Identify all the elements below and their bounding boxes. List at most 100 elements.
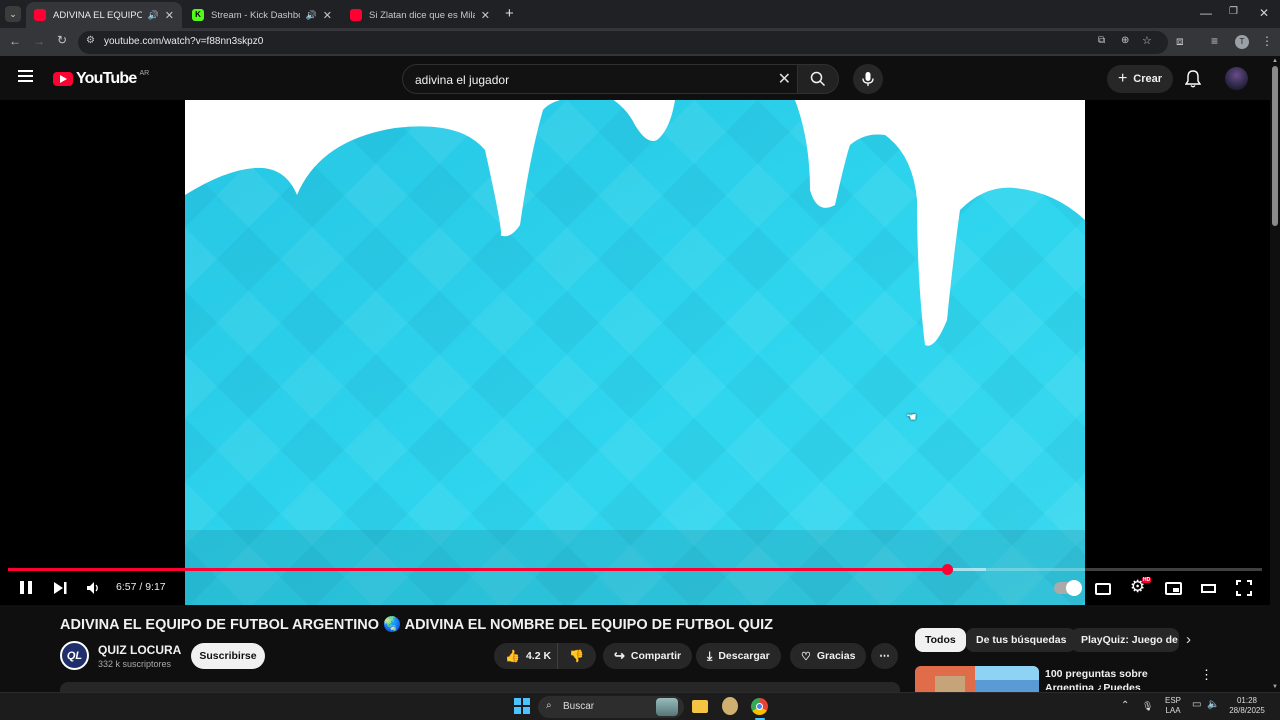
taskbar-search[interactable]: ⌕ Buscar bbox=[538, 696, 684, 718]
thumbs-down-icon: 👎 bbox=[569, 649, 584, 663]
search-input[interactable]: adivina el jugador ✕ bbox=[402, 64, 798, 94]
download-button[interactable]: ⤓ Descargar bbox=[696, 643, 781, 669]
like-button[interactable]: 👍 4.2 K bbox=[494, 643, 557, 669]
profile-avatar[interactable]: T bbox=[1235, 35, 1249, 49]
miniplayer-icon[interactable] bbox=[1165, 582, 1182, 595]
scrollbar-thumb[interactable] bbox=[1272, 66, 1278, 226]
close-tab-icon[interactable]: ✕ bbox=[165, 9, 174, 22]
thanks-heart-icon: ♡ bbox=[801, 650, 811, 663]
close-tab-icon[interactable]: ✕ bbox=[481, 9, 490, 22]
chevron-right-icon[interactable]: › bbox=[1186, 631, 1191, 648]
tray-overflow-icon[interactable]: ⌃ bbox=[1121, 701, 1129, 711]
fullscreen-icon[interactable] bbox=[1236, 580, 1252, 596]
volume-icon[interactable] bbox=[86, 581, 100, 595]
speaker-tray-icon[interactable]: 🔈 bbox=[1207, 700, 1219, 710]
microphone-icon bbox=[862, 72, 874, 86]
subscribe-button[interactable]: Suscribirse bbox=[191, 643, 265, 669]
youtube-icon bbox=[350, 9, 362, 21]
kick-icon: K bbox=[192, 9, 204, 21]
reading-list-icon[interactable]: ≡ bbox=[1211, 34, 1218, 48]
account-avatar[interactable] bbox=[1225, 67, 1248, 90]
chrome-icon[interactable] bbox=[751, 698, 768, 715]
notifications-bell-icon[interactable] bbox=[1185, 70, 1201, 88]
bookmark-star-icon[interactable]: ☆ bbox=[1142, 34, 1152, 47]
channel-name[interactable]: QUIZ LOCURA bbox=[98, 643, 181, 657]
windows-taskbar: ⌕ Buscar ⌃ ESP LAA 🎙 ▭ 🔈 01:28 28/8/2025 bbox=[0, 692, 1280, 720]
browser-tab-youtube-active[interactable]: ADIVINA EL EQUIPO DE FUTBOL 🔊 ✕ bbox=[26, 2, 182, 28]
new-tab-button[interactable]: + bbox=[505, 5, 514, 22]
youtube-icon bbox=[34, 9, 46, 21]
subtitles-icon[interactable] bbox=[1095, 583, 1111, 595]
browser-tab-youtube-2[interactable]: Si Zlatan dice que es Milan, pue ✕ bbox=[342, 2, 498, 28]
more-actions-button[interactable]: ⋯ bbox=[871, 643, 898, 669]
theater-mode-icon[interactable] bbox=[1201, 584, 1216, 593]
close-tab-icon[interactable]: ✕ bbox=[323, 9, 332, 22]
network-icon[interactable]: ▭ bbox=[1192, 700, 1201, 710]
video-content bbox=[185, 100, 1085, 605]
scroll-up-icon[interactable]: ▲ bbox=[1272, 58, 1278, 64]
scroll-down-icon[interactable]: ▼ bbox=[1272, 684, 1278, 690]
back-icon[interactable]: ← bbox=[9, 34, 21, 48]
mic-tray-icon[interactable]: 🎙 bbox=[1142, 701, 1153, 711]
more-vertical-icon[interactable]: ⋮ bbox=[1200, 667, 1213, 683]
plus-icon: + bbox=[1117, 70, 1128, 87]
restore-icon[interactable]: ❐ bbox=[1229, 6, 1238, 17]
file-explorer-icon[interactable] bbox=[692, 700, 708, 713]
clock[interactable]: 01:28 28/8/2025 bbox=[1224, 696, 1270, 716]
hamburger-menu-icon[interactable] bbox=[18, 70, 33, 82]
share-button[interactable]: ↪ Compartir bbox=[603, 643, 693, 669]
browser-menu-icon[interactable]: ⋮ bbox=[1261, 34, 1273, 48]
recommended-video-title[interactable]: 100 preguntas sobre Argentina ¿Puedes re… bbox=[1045, 667, 1191, 690]
browser-toolbar: ← → ↻ ⚙ youtube.com/watch?v=f88nn3skpz0 … bbox=[0, 28, 1280, 56]
url-text[interactable]: youtube.com/watch?v=f88nn3skpz0 bbox=[104, 36, 263, 47]
clear-search-icon[interactable]: ✕ bbox=[778, 69, 791, 89]
site-info-icon[interactable]: ⚙ bbox=[86, 35, 95, 46]
window-close-icon[interactable]: ✕ bbox=[1259, 6, 1269, 20]
tab-title: ADIVINA EL EQUIPO DE FUTBOL bbox=[53, 9, 142, 21]
voice-search-button[interactable] bbox=[853, 64, 883, 94]
search-highlight-icon bbox=[656, 698, 678, 716]
thanks-button[interactable]: ♡ Gracias bbox=[790, 643, 867, 669]
recommended-video-thumbnail[interactable] bbox=[915, 666, 1039, 692]
extensions-icon[interactable]: ⧈ bbox=[1176, 34, 1184, 49]
description-box[interactable] bbox=[60, 682, 900, 692]
youtube-logo[interactable]: YouTube AR bbox=[53, 70, 149, 88]
browser-tab-strip: ⌄ ADIVINA EL EQUIPO DE FUTBOL 🔊 ✕ K Stre… bbox=[0, 0, 1280, 28]
forward-icon[interactable]: → bbox=[33, 34, 45, 48]
share-icon: ↪ bbox=[614, 648, 625, 663]
search-button[interactable] bbox=[797, 64, 839, 94]
tab-title: Si Zlatan dice que es Milan, pue bbox=[369, 9, 475, 21]
thanks-label: Gracias bbox=[816, 650, 856, 662]
taskbar-search-label: Buscar bbox=[563, 701, 595, 712]
lang-secondary: LAA bbox=[1165, 706, 1181, 715]
zoom-icon[interactable]: ⊕ bbox=[1121, 35, 1129, 46]
minimize-icon[interactable]: — bbox=[1200, 6, 1212, 20]
chip-all[interactable]: Todos bbox=[915, 628, 966, 652]
channel-avatar[interactable]: QL bbox=[60, 641, 89, 670]
video-player[interactable]: ☚ bbox=[0, 100, 1270, 605]
browser-tab-kick[interactable]: K Stream - Kick Dashboard 🔊 ✕ bbox=[184, 2, 340, 28]
chip-from-searches[interactable]: De tus búsquedas bbox=[966, 628, 1077, 652]
lang-primary: ESP bbox=[1164, 696, 1181, 705]
search-icon: ⌕ bbox=[546, 700, 552, 711]
app-icon[interactable] bbox=[722, 697, 738, 715]
dislike-button[interactable]: 👎 bbox=[557, 643, 596, 669]
reload-icon[interactable]: ↻ bbox=[57, 33, 67, 47]
autoplay-toggle[interactable] bbox=[1054, 580, 1082, 596]
windows-start-icon[interactable] bbox=[514, 698, 530, 714]
page-scrollbar[interactable]: ▲ ▼ bbox=[1270, 56, 1280, 692]
speaker-icon[interactable]: 🔊 bbox=[148, 10, 159, 21]
tab-search-button[interactable]: ⌄ bbox=[5, 6, 21, 22]
search-value[interactable]: adivina el jugador bbox=[415, 73, 509, 87]
next-video-icon[interactable] bbox=[53, 581, 67, 595]
like-count: 4.2 K bbox=[525, 650, 552, 662]
install-app-icon[interactable]: ⧉ bbox=[1098, 35, 1105, 46]
language-indicator[interactable]: ESP LAA bbox=[1162, 696, 1184, 716]
pause-icon[interactable] bbox=[20, 581, 32, 594]
create-button[interactable]: + Crear bbox=[1107, 65, 1173, 93]
tab-title: Stream - Kick Dashboard bbox=[211, 9, 300, 21]
chip-playquiz[interactable]: PlayQuiz: Juego de bbox=[1071, 628, 1179, 652]
video-frame[interactable] bbox=[185, 100, 1085, 605]
speaker-icon[interactable]: 🔊 bbox=[306, 10, 317, 21]
address-bar[interactable]: ⚙ youtube.com/watch?v=f88nn3skpz0 ⧉ ⊕ ☆ bbox=[78, 31, 1168, 54]
